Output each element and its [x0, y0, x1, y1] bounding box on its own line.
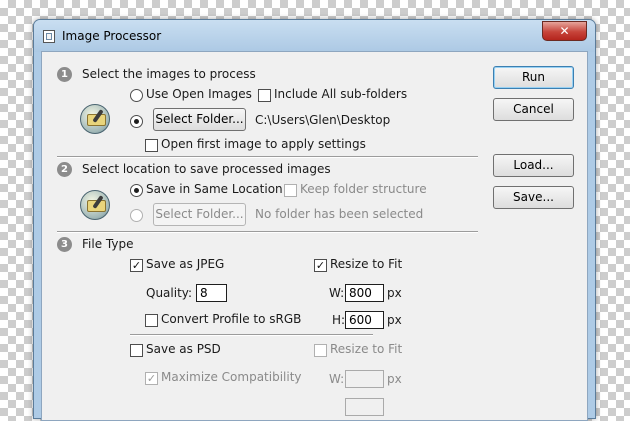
psd-width-label: W: — [329, 372, 345, 386]
load-button[interactable]: Load... — [493, 154, 574, 177]
open-first-image-label[interactable]: Open first image to apply settings — [161, 137, 366, 151]
select-destination-radio[interactable] — [130, 209, 143, 222]
convert-profile-checkbox[interactable] — [145, 314, 158, 327]
close-button[interactable]: ✕ — [542, 21, 587, 41]
maximize-compatibility-label: Maximize Compatibility — [161, 370, 302, 384]
use-open-images-label[interactable]: Use Open Images — [146, 87, 252, 101]
section-2-number-badge: 2 — [57, 162, 72, 177]
section-1-number-badge: 1 — [57, 67, 72, 82]
maximize-compatibility-checkbox[interactable]: ✓ — [145, 372, 158, 385]
droplet-icon — [80, 190, 110, 220]
section-divider-1 — [57, 156, 478, 158]
window-title: Image Processor — [62, 29, 162, 43]
include-subfolders-label[interactable]: Include All sub-folders — [274, 87, 407, 101]
save-psd-checkbox[interactable] — [130, 344, 143, 357]
psd-height-input[interactable] — [345, 398, 384, 416]
checkmark-icon: ✓ — [146, 372, 157, 385]
window-app-icon — [43, 30, 55, 43]
jpeg-resize-to-fit-checkbox[interactable]: ✓ — [314, 259, 327, 272]
save-settings-button[interactable]: Save... — [493, 186, 574, 209]
jpeg-width-input[interactable]: 800 — [345, 284, 384, 302]
select-destination-folder-button[interactable]: Select Folder... — [153, 203, 246, 226]
save-jpeg-checkbox[interactable]: ✓ — [130, 259, 143, 272]
save-jpeg-label[interactable]: Save as JPEG — [146, 257, 224, 271]
convert-profile-label[interactable]: Convert Profile to sRGB — [161, 312, 301, 326]
destination-folder-status: No folder has been selected — [255, 207, 424, 221]
include-subfolders-checkbox[interactable] — [258, 89, 271, 102]
section-3-title: File Type — [82, 237, 134, 251]
section-1-title: Select the images to process — [82, 67, 256, 81]
open-first-image-checkbox[interactable] — [145, 139, 158, 152]
use-open-images-radio[interactable] — [130, 89, 143, 102]
jpeg-height-unit: px — [387, 313, 402, 327]
section-divider-2 — [57, 231, 478, 233]
psd-resize-to-fit-label: Resize to Fit — [330, 342, 403, 356]
quality-label: Quality: — [146, 286, 193, 300]
image-processor-window: Image Processor ✕ 1 Select the images to… — [33, 19, 596, 421]
jpeg-width-label: W: — [329, 286, 345, 300]
keep-folder-structure-label: Keep folder structure — [300, 182, 427, 196]
save-same-location-label[interactable]: Save in Same Location — [146, 182, 283, 196]
dialog-content: 1 Select the images to process Use Open … — [41, 51, 588, 421]
section-3-number-badge: 3 — [57, 237, 72, 252]
checkmark-icon: ✓ — [315, 259, 326, 272]
jpeg-height-label: H: — [332, 313, 346, 327]
droplet-icon — [80, 104, 110, 134]
section-2-title: Select location to save processed images — [82, 162, 331, 176]
source-folder-path: C:\Users\Glen\Desktop — [255, 113, 391, 127]
select-folder-radio[interactable] — [130, 115, 143, 128]
title-bar[interactable]: Image Processor ✕ — [34, 20, 595, 52]
keep-folder-structure-checkbox[interactable] — [284, 184, 297, 197]
checkmark-icon: ✓ — [131, 259, 142, 272]
psd-width-unit: px — [387, 372, 402, 386]
psd-resize-to-fit-checkbox[interactable] — [314, 344, 327, 357]
save-psd-label[interactable]: Save as PSD — [146, 342, 221, 356]
close-icon: ✕ — [559, 24, 570, 38]
jpeg-resize-to-fit-label[interactable]: Resize to Fit — [330, 257, 402, 271]
save-same-location-radio[interactable] — [130, 184, 143, 197]
cancel-button[interactable]: Cancel — [493, 98, 574, 121]
jpeg-height-input[interactable]: 600 — [345, 311, 384, 329]
select-source-folder-button[interactable]: Select Folder... — [153, 108, 246, 131]
jpeg-width-unit: px — [387, 286, 402, 300]
quality-input[interactable]: 8 — [196, 284, 227, 302]
psd-width-input[interactable] — [345, 370, 384, 388]
run-button[interactable]: Run — [493, 66, 574, 89]
file-type-divider — [130, 334, 373, 336]
